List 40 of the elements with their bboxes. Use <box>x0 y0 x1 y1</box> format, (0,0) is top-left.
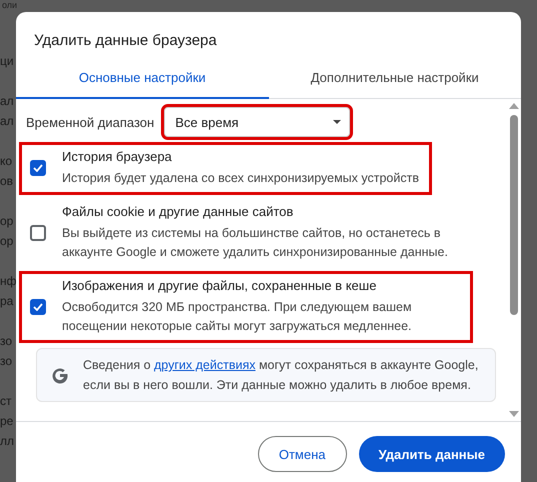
checkbox[interactable] <box>30 160 46 176</box>
background-text: ко <box>0 154 14 168</box>
time-range-dropdown[interactable]: Все время <box>164 107 350 137</box>
background-text: ал <box>0 114 15 128</box>
option-description: Вы выйдете из системы на большинстве сайтов, но останетесь в аккаунте Google и сможете удалить синхронизированные данные. <box>62 225 449 261</box>
checkbox[interactable] <box>30 298 46 314</box>
background-text: лл <box>0 434 16 448</box>
time-range-label: Временной диапазон <box>26 114 154 130</box>
background-text: зо <box>0 334 14 348</box>
background-text: ст <box>0 394 12 408</box>
info-text: Сведения о других действиях могут сохраняться в аккаунте Google, если вы в него вошли. Эти данные можно удалить в любое время. <box>83 357 480 394</box>
background-text: ци <box>0 54 15 68</box>
checkbox[interactable] <box>30 224 46 240</box>
option-description: Освободится 320 МБ пространства. При следующем вашем посещении некоторые сайты могут загружаться медленнее. <box>62 299 413 335</box>
scroll-down-icon[interactable] <box>509 411 519 417</box>
dialog-title: Удалить данные браузера <box>33 31 218 51</box>
cancel-button[interactable]: Отмена <box>258 436 346 472</box>
tab[interactable]: Дополнительные настройки <box>268 60 521 99</box>
background-text: нф <box>0 274 16 288</box>
background-text: ор <box>0 234 14 248</box>
background-text: ре <box>0 414 14 428</box>
option-title: Изображения и другие файлы, сохраненные в кеше <box>62 277 378 295</box>
background-text: ра <box>0 294 14 308</box>
scrollbar-thumb[interactable] <box>510 115 518 315</box>
option-title: История браузера <box>62 148 173 166</box>
tab[interactable]: Основные настройки <box>16 60 268 99</box>
background-text: оли <box>1 0 18 11</box>
checkmark-icon <box>33 302 43 310</box>
background-text: ал <box>0 94 15 108</box>
option-title: Файлы cookie и другие данные сайтов <box>62 203 294 221</box>
background-text: зо <box>0 354 14 368</box>
google-icon <box>51 366 69 384</box>
scroll-up-icon[interactable] <box>509 103 519 109</box>
background-text: ов <box>0 174 14 188</box>
checkmark-icon <box>33 164 43 172</box>
actions-link[interactable]: других действиях <box>154 358 256 372</box>
option-description: История будет удалена со всех синхронизируемых устройств <box>62 170 419 187</box>
caret-icon <box>333 120 342 124</box>
delete-data-button[interactable]: Удалить данные <box>358 436 505 472</box>
background-text: ор <box>0 214 14 228</box>
